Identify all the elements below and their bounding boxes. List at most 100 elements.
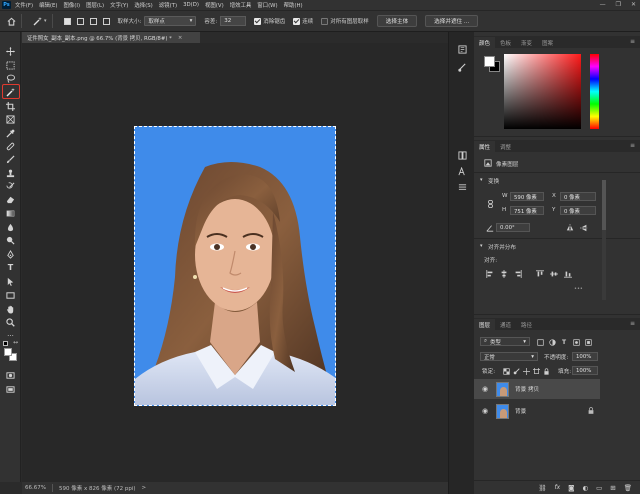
color-picker-field[interactable] xyxy=(504,54,581,129)
filter-pixel-icon[interactable] xyxy=(536,338,544,346)
lock-transparent-icon[interactable] xyxy=(502,367,510,375)
more-options-icon[interactable]: ••• xyxy=(574,286,583,292)
contiguous-checkbox[interactable] xyxy=(293,17,301,25)
history-brush-tool-icon[interactable] xyxy=(5,181,16,192)
lock-position-icon[interactable] xyxy=(522,367,530,375)
healing-brush-tool-icon[interactable] xyxy=(5,141,16,152)
align-right-icon[interactable] xyxy=(514,270,522,278)
tab-gradients[interactable]: 渐变 xyxy=(516,37,537,48)
angle-input[interactable]: 0.00° xyxy=(496,223,530,232)
rectangle-tool-icon[interactable] xyxy=(5,290,16,301)
tolerance-input[interactable]: 32 xyxy=(220,16,247,26)
align-center-vertical-icon[interactable] xyxy=(550,270,558,278)
filter-type-icon[interactable]: T xyxy=(560,338,568,346)
flip-horizontal-icon[interactable] xyxy=(566,224,574,232)
panel-menu-icon[interactable]: ≡ xyxy=(630,142,635,149)
lock-artboard-icon[interactable] xyxy=(532,367,540,375)
antialias-checkbox[interactable] xyxy=(254,17,262,25)
opacity-input[interactable]: 100% xyxy=(572,352,598,361)
properties-scrollbar[interactable] xyxy=(602,180,606,300)
add-to-selection-icon[interactable] xyxy=(76,17,84,25)
menu-window[interactable]: 窗口(W) xyxy=(257,1,277,9)
visibility-eye-icon[interactable]: ◉ xyxy=(482,385,490,393)
tab-properties[interactable]: 属性 xyxy=(474,141,496,152)
character-panel-icon[interactable] xyxy=(457,166,467,176)
blend-mode-select[interactable]: 正常 ▾ xyxy=(480,352,538,361)
adjustment-icon[interactable]: ◐ xyxy=(582,484,588,492)
menu-filter[interactable]: 滤镜(T) xyxy=(159,1,177,9)
default-colors-icon[interactable] xyxy=(3,341,8,346)
quick-mask-icon[interactable] xyxy=(5,370,16,381)
zoom-level[interactable]: 66.67% xyxy=(25,485,46,491)
hue-slider[interactable] xyxy=(590,54,599,129)
history-panel-icon[interactable] xyxy=(457,44,467,54)
document-tab[interactable]: 证件照女_副本_副本.png @ 66.7% (背景 拷贝, RGB/8#) *… xyxy=(22,32,200,43)
menu-type[interactable]: 文字(Y) xyxy=(110,1,128,9)
flip-vertical-icon[interactable] xyxy=(580,224,588,232)
folder-icon[interactable]: ▭ xyxy=(596,484,602,492)
type-tool-icon[interactable]: T xyxy=(5,262,16,273)
menu-help[interactable]: 帮助(H) xyxy=(284,1,303,9)
subtract-selection-icon[interactable] xyxy=(89,17,97,25)
align-center-horizontal-icon[interactable] xyxy=(500,270,508,278)
eyedropper-tool-icon[interactable] xyxy=(5,128,16,139)
collapse-icon[interactable]: ▾ xyxy=(480,243,483,249)
restore-icon[interactable]: ❐ xyxy=(616,1,621,8)
path-selection-tool-icon[interactable] xyxy=(5,276,16,287)
menu-layer[interactable]: 图层(L) xyxy=(86,1,104,9)
trash-icon[interactable]: 🗑 xyxy=(624,484,632,492)
sample-size-select[interactable]: 取样点 ▾ xyxy=(144,16,197,26)
panel-menu-icon[interactable]: ≡ xyxy=(630,320,635,327)
align-bottom-icon[interactable] xyxy=(564,270,572,278)
swap-colors-icon[interactable]: ↔ xyxy=(13,339,18,346)
layer-filter-select[interactable]: ⌕ 类型 ▾ xyxy=(480,337,530,346)
tab-paths[interactable]: 路径 xyxy=(516,319,537,330)
lock-image-icon[interactable] xyxy=(512,367,520,375)
close-tab-icon[interactable]: × xyxy=(178,35,183,41)
menu-file[interactable]: 文件(F) xyxy=(15,1,33,9)
minimize-icon[interactable]: — xyxy=(600,1,606,8)
sample-all-layers-checkbox[interactable] xyxy=(321,17,329,25)
libraries-panel-icon[interactable] xyxy=(457,150,467,160)
align-left-icon[interactable] xyxy=(486,270,494,278)
menu-view[interactable]: 视图(V) xyxy=(205,1,224,9)
select-subject-button[interactable]: 选择主体 xyxy=(376,15,418,27)
new-layer-icon[interactable]: ⊞ xyxy=(610,484,615,492)
panel-menu-icon[interactable]: ≡ xyxy=(630,38,635,45)
dodge-tool-icon[interactable] xyxy=(5,235,16,246)
pen-tool-icon[interactable] xyxy=(5,249,16,260)
height-input[interactable]: 751 像素 xyxy=(510,206,544,215)
hand-tool-icon[interactable] xyxy=(5,304,16,315)
magic-wand-tool-icon[interactable] xyxy=(5,86,16,97)
menu-3d[interactable]: 3D(D) xyxy=(183,2,199,8)
frame-tool-icon[interactable] xyxy=(5,114,16,125)
eraser-tool-icon[interactable] xyxy=(5,194,16,205)
status-arrow-icon[interactable]: > xyxy=(142,485,147,491)
brush-tool-icon[interactable] xyxy=(5,154,16,165)
clone-stamp-tool-icon[interactable] xyxy=(5,168,16,179)
home-icon[interactable] xyxy=(6,16,16,26)
new-selection-icon[interactable] xyxy=(63,17,71,25)
menu-image[interactable]: 图像(I) xyxy=(64,1,81,9)
link-icon[interactable]: ⛓ xyxy=(538,484,546,492)
width-input[interactable]: 590 像素 xyxy=(510,192,544,201)
tab-swatches[interactable]: 色板 xyxy=(495,37,516,48)
filter-adjustment-icon[interactable] xyxy=(548,338,556,346)
marquee-tool-icon[interactable] xyxy=(5,60,16,71)
filter-smart-object-icon[interactable] xyxy=(584,338,592,346)
menu-plugins[interactable]: 增效工具 xyxy=(230,1,252,9)
tab-patterns[interactable]: 图案 xyxy=(537,37,558,48)
tab-channels[interactable]: 通道 xyxy=(495,319,516,330)
visibility-eye-icon[interactable]: ◉ xyxy=(482,407,490,415)
foreground-color-chip[interactable] xyxy=(484,56,495,67)
menu-select[interactable]: 选择(S) xyxy=(134,1,152,9)
lasso-tool-icon[interactable] xyxy=(5,73,16,84)
gradient-tool-icon[interactable] xyxy=(5,208,16,219)
tab-color[interactable]: 颜色 xyxy=(474,37,496,48)
align-top-icon[interactable] xyxy=(536,270,544,278)
intersect-selection-icon[interactable] xyxy=(102,17,110,25)
fill-input[interactable]: 100% xyxy=(572,366,598,375)
brush-settings-icon[interactable] xyxy=(457,62,467,72)
layer-row-background-copy[interactable]: ◉ 背景 拷贝 xyxy=(474,379,600,399)
tab-layers[interactable]: 图层 xyxy=(474,319,496,330)
